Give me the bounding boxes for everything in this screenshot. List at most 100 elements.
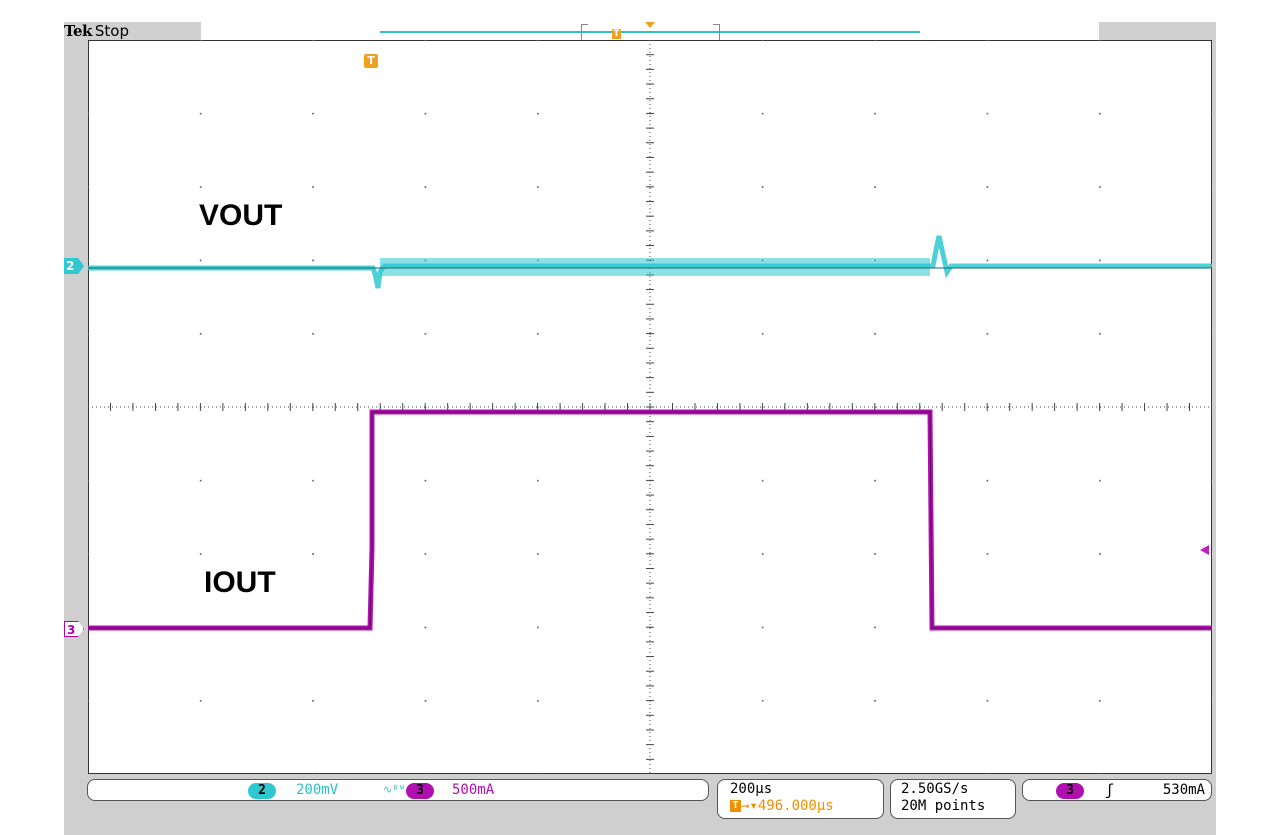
grid-dot — [312, 112, 314, 115]
grid-dot — [537, 553, 539, 555]
grid-dot — [1099, 112, 1101, 115]
expansion-point-icon — [645, 22, 655, 28]
grid-dot — [761, 186, 764, 188]
grid-dot — [1211, 259, 1212, 262]
grid-dot — [312, 333, 314, 335]
grid-dot — [1099, 40, 1101, 41]
grid-dot — [874, 700, 876, 702]
grid-dot — [312, 553, 314, 555]
grid-dot — [312, 479, 314, 482]
grid-dot — [874, 626, 876, 629]
grid-dot — [537, 333, 539, 335]
grid-dot — [424, 700, 427, 702]
grid-dot — [986, 186, 989, 188]
grid-dot — [424, 479, 427, 482]
grid-dot — [874, 479, 876, 482]
grid-dot — [88, 333, 89, 335]
trigger-level: 530mA — [1162, 782, 1205, 798]
grid-dot — [874, 333, 876, 335]
brand-logo: Tek — [64, 22, 92, 40]
grid-dot — [537, 479, 539, 482]
acquisition-readout[interactable]: 2.50GS/s 20M points — [890, 779, 1016, 819]
grid-dot — [874, 112, 876, 115]
grid-dot — [1099, 553, 1101, 555]
record-position-bar[interactable] — [380, 31, 920, 33]
grid-dot — [1099, 479, 1101, 482]
vout-label: VOUT — [199, 199, 283, 232]
trigger-readout[interactable]: 3 ʃ 530mA — [1022, 779, 1212, 801]
grid-dot — [199, 259, 202, 262]
grid-dot — [874, 186, 876, 188]
grid-dot — [537, 626, 539, 629]
trigger-position-icon: T — [612, 29, 621, 39]
grid-dot — [1099, 333, 1101, 335]
grid-dot — [761, 626, 764, 629]
record-length: 20M points — [901, 798, 986, 814]
iout-label: IOUT — [204, 566, 276, 599]
grid-dot — [199, 479, 202, 482]
grid-dot — [986, 700, 989, 702]
grid-dot — [424, 112, 427, 115]
grid-dot — [424, 40, 427, 41]
grid-dot — [1211, 112, 1212, 115]
trigger-time-marker[interactable]: T — [364, 54, 378, 68]
grid-dot — [537, 40, 539, 41]
ch2-scale: 200mV — [296, 782, 339, 798]
grid-dot — [88, 479, 89, 482]
grid-dot — [199, 333, 202, 335]
bandwidth-limit-icon: ∿ᴮᵂ — [383, 783, 406, 796]
grid-dot — [199, 553, 202, 555]
grid-dot — [986, 40, 989, 41]
grid-dot — [88, 186, 89, 188]
trigger-level-arrow-icon[interactable] — [1200, 545, 1209, 555]
grid-dot — [199, 112, 202, 115]
grid-dot — [537, 700, 539, 702]
grid-dot — [1099, 259, 1101, 262]
trigger-delay: T →▾496.000µs — [730, 798, 883, 815]
grid-dot — [1211, 186, 1212, 188]
grid-dot — [424, 553, 427, 555]
trigger-delay-icon: T — [730, 800, 741, 812]
grid-dot — [88, 553, 89, 555]
acquisition-state: Stop — [94, 22, 129, 40]
waveform-display[interactable] — [88, 40, 1212, 774]
grid-dot — [986, 479, 989, 482]
grid-dot — [761, 40, 764, 41]
grid-dot — [199, 186, 202, 188]
grid-dot — [874, 553, 876, 555]
grid-dot — [986, 112, 989, 115]
grid-dot — [986, 553, 989, 555]
grid-dot — [986, 259, 989, 262]
grid-dot — [874, 40, 876, 41]
grid-dot — [1211, 700, 1212, 702]
grid-dot — [1211, 479, 1212, 482]
ch2-badge[interactable]: 2 — [248, 783, 276, 799]
trigger-source-badge: 3 — [1056, 783, 1084, 799]
horizontal-readout[interactable]: 200µs T →▾496.000µs — [717, 779, 884, 819]
grid-dot — [199, 700, 202, 702]
grid-dot — [986, 333, 989, 335]
grid-dot — [312, 40, 314, 41]
ch3-scale: 500mA — [452, 782, 495, 798]
grid-dot — [312, 186, 314, 188]
grid-dot — [1099, 186, 1101, 188]
grid-dot — [537, 186, 539, 188]
trigger-delay-value: →▾496.000µs — [741, 798, 834, 814]
grid-dot — [761, 700, 764, 702]
grid-dot — [761, 553, 764, 555]
channel-readout[interactable]: 2 200mV ∿ᴮᵂ 3 500mA — [87, 779, 709, 801]
graticule-grid — [88, 40, 1212, 774]
rising-edge-icon: ʃ — [1105, 781, 1115, 799]
grid-dot — [424, 333, 427, 335]
grid-dot — [424, 186, 427, 188]
grid-dot — [199, 40, 202, 41]
ch3-badge[interactable]: 3 — [406, 783, 434, 799]
timebase: 200µs — [730, 781, 773, 797]
grid-dot — [88, 112, 89, 115]
brand-label: Tek Stop — [64, 22, 129, 40]
grid-dot — [1211, 333, 1212, 335]
grid-dot — [312, 259, 314, 262]
grid-dot — [88, 700, 89, 702]
left-margin — [0, 0, 64, 835]
grid-dot — [761, 333, 764, 335]
